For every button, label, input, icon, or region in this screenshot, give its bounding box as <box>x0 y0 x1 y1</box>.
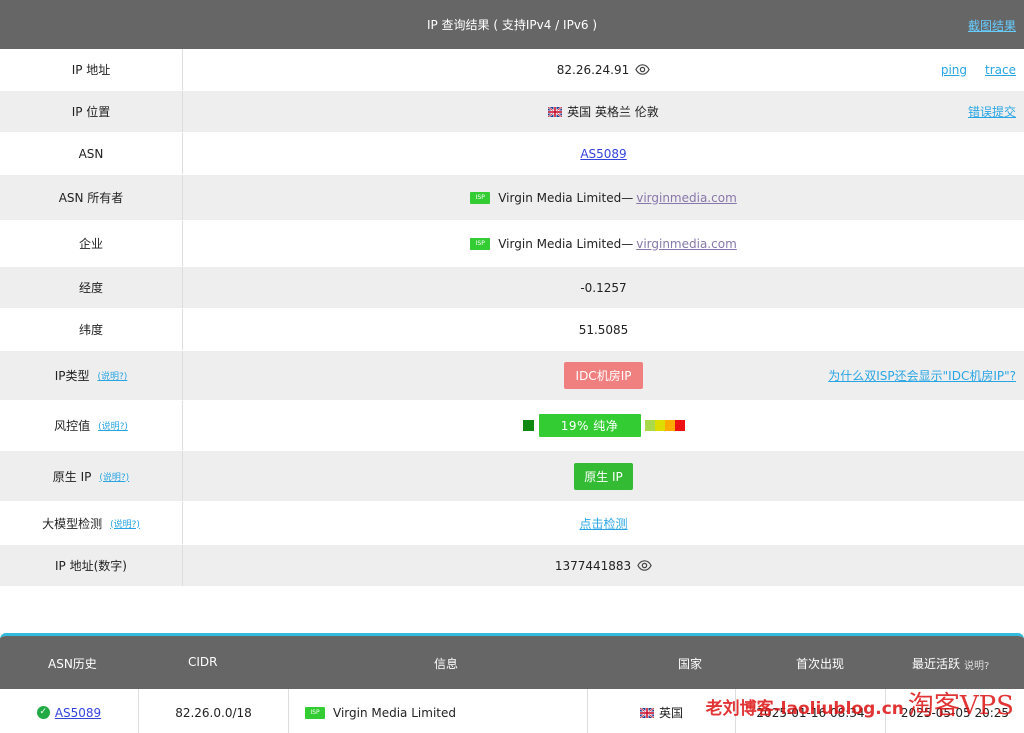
eye-icon[interactable] <box>637 558 652 573</box>
col-last-active: 最近活跃 <box>912 657 961 671</box>
ip-type-help-link[interactable]: (说明?) <box>97 369 127 382</box>
row-label: IP类型 (说明?) <box>0 351 183 400</box>
watermark: 老刘博客-laoliublog.cn 淘客VPS <box>706 685 1014 722</box>
row-native-ip: 原生 IP (说明?) 原生 IP <box>0 451 1024 502</box>
asn-link[interactable]: AS5089 <box>580 147 626 161</box>
col-info: 信息 <box>434 657 459 671</box>
row-ip-numeric: IP 地址(数字) 1377441883 <box>0 545 1024 587</box>
asn-owner-name: Virgin Media Limited— <box>498 190 634 205</box>
row-asn-owner: ASN 所有者 ISP Virgin Media Limited— virgin… <box>0 175 1024 221</box>
row-ip-location: IP 位置 英国 英格兰 伦敦 错误提交 <box>0 91 1024 133</box>
risk-help-link[interactable]: (说明?) <box>98 419 128 432</box>
idc-badge: IDC机房IP <box>563 362 644 389</box>
row-label: 纬度 <box>0 309 183 350</box>
isp-badge: ISP <box>305 706 325 719</box>
row-value: 英国 英格兰 伦敦 <box>183 91 1024 132</box>
trace-link[interactable]: trace <box>985 63 1016 77</box>
watermark-text-1: 老刘博客-laoliublog.cn <box>705 699 904 719</box>
ip-address-value: 82.26.24.91 <box>556 62 630 77</box>
uk-flag-icon <box>548 106 563 117</box>
history-asn-cell: ✓ AS5089 <box>0 689 139 733</box>
row-value: AS5089 <box>183 133 1024 174</box>
why-idc-link[interactable]: 为什么双ISP还会显示"IDC机房IP"? <box>828 367 1016 384</box>
col-first-seen: 首次出现 <box>796 657 845 671</box>
row-label: ASN 所有者 <box>0 175 183 220</box>
col-country: 国家 <box>678 657 703 671</box>
llm-help-link[interactable]: (说明?) <box>110 517 140 530</box>
row-value: ISP Virgin Media Limited— virginmedia.co… <box>183 175 1024 220</box>
row-asn: ASN AS5089 <box>0 133 1024 175</box>
uk-flag-icon <box>639 707 654 718</box>
row-label: 经度 <box>0 267 183 308</box>
ip-numeric-value: 1377441883 <box>554 558 632 573</box>
report-error-link[interactable]: 错误提交 <box>968 103 1016 120</box>
isp-badge: ISP <box>470 191 491 204</box>
row-label: 企业 <box>0 221 183 266</box>
ip-info-table: IP 地址 82.26.24.91 ping trace IP 位置 英国 英格… <box>0 49 1024 587</box>
row-label: 原生 IP (说明?) <box>0 451 183 501</box>
row-ip-type: IP类型 (说明?) IDC机房IP 为什么双ISP还会显示"IDC机房IP"? <box>0 351 1024 401</box>
latitude-value: 51.5085 <box>578 322 629 337</box>
location-value: 英国 英格兰 伦敦 <box>567 105 659 119</box>
isp-badge: ISP <box>470 237 491 250</box>
enterprise-name: Virgin Media Limited— <box>498 236 634 251</box>
native-ip-label: 原生 IP <box>52 469 92 484</box>
eye-icon[interactable] <box>635 62 651 77</box>
row-value: 点击检测 <box>183 502 1024 544</box>
row-enterprise: 企业 ISP Virgin Media Limited— virginmedia… <box>0 221 1024 267</box>
history-cidr-cell: 82.26.0.0/18 <box>139 689 289 733</box>
col-asn-history: ASN历史 <box>48 657 97 671</box>
risk-label: 风控值 <box>54 419 91 433</box>
row-label: IP 地址(数字) <box>0 545 183 586</box>
native-ip-badge: 原生 IP <box>574 462 633 490</box>
history-asn-link[interactable]: AS5089 <box>55 706 101 720</box>
results-header: IP 查询结果 ( 支持IPv4 / IPv6 ) 截图结果 <box>0 0 1024 49</box>
col-cidr: CIDR <box>188 655 218 669</box>
row-value: ISP Virgin Media Limited— virginmedia.co… <box>183 221 1024 266</box>
row-value: 1377441883 <box>183 545 1024 586</box>
check-icon: ✓ <box>36 706 50 719</box>
longitude-value: -0.1257 <box>580 280 627 295</box>
risk-score-bar: 19% 纯净 <box>538 414 641 437</box>
row-value: 82.26.24.91 <box>183 49 1024 90</box>
row-risk: 风控值 (说明?) 19% 纯净 <box>0 401 1024 451</box>
location-tools: 错误提交 <box>968 91 1016 132</box>
enterprise-domain-link[interactable]: virginmedia.com <box>636 237 737 251</box>
history-info-name: Virgin Media Limited <box>333 705 456 720</box>
ping-link[interactable]: ping <box>941 63 967 77</box>
ip-type-label: IP类型 <box>54 369 90 383</box>
history-country: 英国 <box>658 706 683 720</box>
row-longitude: 经度 -0.1257 <box>0 267 1024 309</box>
llm-label: 大模型检测 <box>42 516 103 531</box>
row-value: 原生 IP <box>183 451 1024 501</box>
row-label: 大模型检测 (说明?) <box>0 502 183 544</box>
row-llm-detection: 大模型检测 (说明?) 点击检测 <box>0 502 1024 545</box>
risk-scale <box>644 420 685 431</box>
row-label: IP 地址 <box>0 49 183 90</box>
native-help-link[interactable]: (说明?) <box>99 470 129 483</box>
history-header: ASN历史 CIDR 信息 国家 首次出现 最近活跃 说明? <box>0 636 1024 689</box>
screenshot-result-link[interactable]: 截图结果 <box>968 17 1016 34</box>
risk-meter: 19% 纯净 <box>522 414 685 437</box>
row-label: ASN <box>0 133 183 174</box>
row-latitude: 纬度 51.5085 <box>0 309 1024 351</box>
row-label: 风控值 (说明?) <box>0 401 183 450</box>
asn-owner-domain-link[interactable]: virginmedia.com <box>636 191 737 205</box>
row-value: 19% 纯净 <box>183 401 1024 450</box>
history-info-cell: ISP Virgin Media Limited <box>289 689 588 733</box>
row-label: IP 位置 <box>0 91 183 132</box>
ip-tools: ping trace <box>941 49 1016 90</box>
last-active-help[interactable]: 说明? <box>964 657 989 672</box>
watermark-text-2: 淘客VPS <box>907 691 1014 721</box>
risk-low-indicator <box>522 420 534 431</box>
page-title: IP 查询结果 ( 支持IPv4 / IPv6 ) <box>426 18 598 32</box>
row-ip-address: IP 地址 82.26.24.91 ping trace <box>0 49 1024 91</box>
ip-type-tools: 为什么双ISP还会显示"IDC机房IP"? <box>828 351 1016 400</box>
click-detect-link[interactable]: 点击检测 <box>579 515 627 532</box>
